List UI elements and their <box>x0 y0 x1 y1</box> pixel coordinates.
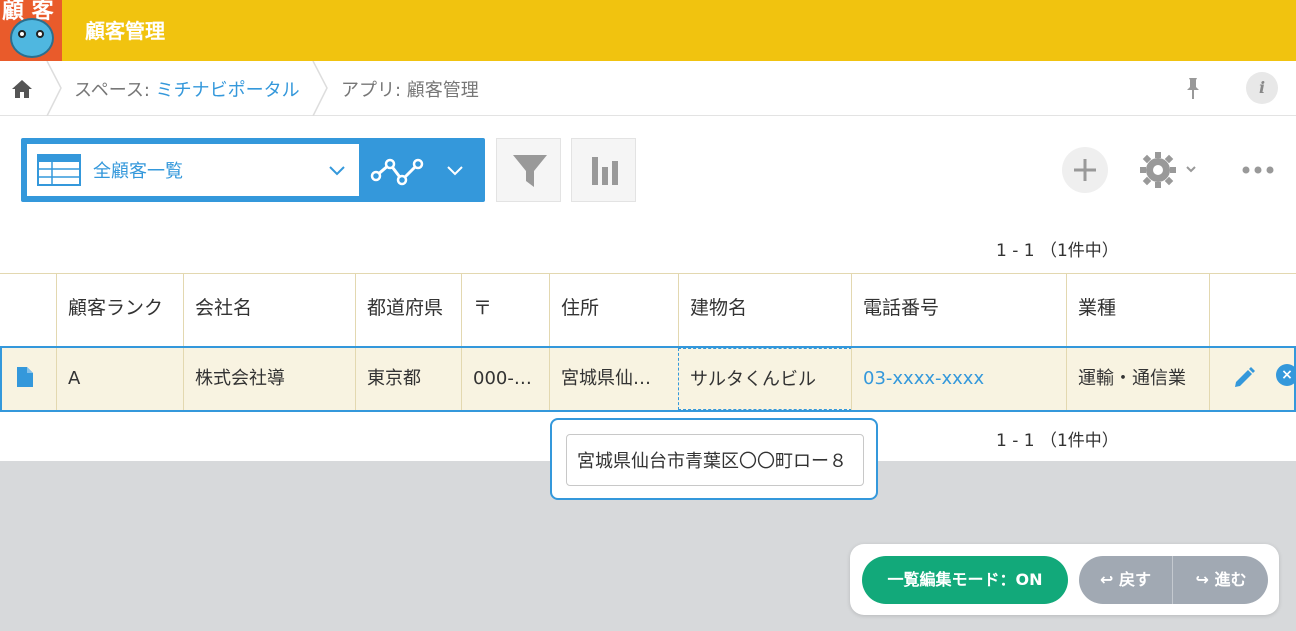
view-select[interactable]: 全顧客一覧 <box>27 144 359 196</box>
gear-icon[interactable] <box>1140 150 1202 190</box>
column-header[interactable]: 顧客ランク <box>56 274 184 346</box>
table-view-icon <box>37 154 81 186</box>
plus-icon <box>1074 159 1096 181</box>
view-selector-group: 全顧客一覧 <box>21 138 485 202</box>
table-row[interactable]: A 株式会社導 東京都 000-… 宮城県仙… サルタくんビル 03-xxxx-… <box>0 346 1296 412</box>
redo-button[interactable]: ↪ 進む <box>1174 556 1268 604</box>
cell-company[interactable]: 株式会社導 <box>183 348 356 410</box>
edit-mode-bar: 一覧編集モード：ON ↩ 戻す ↪ 進む <box>850 544 1279 615</box>
cell-address[interactable]: 宮城県仙… <box>549 348 679 410</box>
pencil-icon[interactable] <box>1232 366 1256 390</box>
breadcrumb-space[interactable]: スペース: ミチナビポータル <box>74 76 300 102</box>
app-icon[interactable]: 顧 客 <box>0 0 62 61</box>
breadcrumb: スペース: ミチナビポータル アプリ: 顧客管理 i <box>0 61 1296 116</box>
breadcrumb-space-link[interactable]: ミチナビポータル <box>156 80 300 101</box>
home-icon[interactable] <box>10 77 34 101</box>
cell-phone[interactable]: 03-xxxx-xxxx <box>851 348 1067 410</box>
chevron-down-icon <box>329 166 345 176</box>
delete-icon[interactable]: × <box>1276 364 1296 386</box>
address-editor-popup <box>550 418 878 500</box>
undo-button[interactable]: ↩ 戻す <box>1079 556 1173 604</box>
breadcrumb-app: アプリ: 顧客管理 <box>341 80 479 101</box>
info-icon[interactable]: i <box>1246 72 1278 104</box>
cell-prefecture[interactable]: 東京都 <box>355 348 462 410</box>
main-content: 全顧客一覧 1 - 1 （1件中） 顧客ランク 会社名 都道府県 〒 住所 建物… <box>0 116 1296 461</box>
column-header[interactable]: 〒 <box>461 274 550 346</box>
undo-redo-group: ↩ 戻す ↪ 進む <box>1079 556 1268 604</box>
pager-top: 1 - 1 （1件中） <box>996 241 1119 261</box>
column-header[interactable]: 電話番号 <box>851 274 1067 346</box>
column-header-actions <box>1209 274 1296 346</box>
column-header[interactable]: 会社名 <box>183 274 356 346</box>
column-header[interactable]: 業種 <box>1066 274 1210 346</box>
view-name: 全顧客一覧 <box>93 161 183 182</box>
phone-link[interactable]: 03-xxxx-xxxx <box>863 368 984 389</box>
table-header: 顧客ランク 会社名 都道府県 〒 住所 建物名 電話番号 業種 <box>0 273 1296 347</box>
cell-rank[interactable]: A <box>56 348 184 410</box>
cell-industry[interactable]: 運輸・通信業 <box>1066 348 1210 410</box>
column-header[interactable]: 都道府県 <box>355 274 462 346</box>
cell-building[interactable]: サルタくんビル <box>678 348 852 410</box>
pager-bottom: 1 - 1 （1件中） <box>996 431 1119 451</box>
app-title: 顧客管理 <box>85 19 165 43</box>
mascot-face <box>10 18 54 58</box>
breadcrumb-separator-icon <box>312 61 328 116</box>
chevron-down-icon[interactable] <box>445 160 465 180</box>
graph-icon[interactable] <box>370 154 426 186</box>
column-header[interactable]: 建物名 <box>678 274 852 346</box>
breadcrumb-space-prefix: スペース: <box>74 80 156 101</box>
pin-icon[interactable] <box>1182 76 1204 100</box>
more-options-icon[interactable] <box>1240 160 1276 180</box>
bar-chart-icon <box>592 157 618 185</box>
record-detail-icon[interactable] <box>16 366 34 388</box>
filter-button[interactable] <box>496 138 561 202</box>
graph-button[interactable] <box>571 138 636 202</box>
app-header: 顧 客 顧客管理 <box>0 0 1296 61</box>
breadcrumb-separator-icon <box>46 61 62 116</box>
cell-postal[interactable]: 000-… <box>461 348 550 410</box>
address-input[interactable] <box>566 434 864 486</box>
edit-mode-toggle-button[interactable]: 一覧編集モード：ON <box>862 556 1068 604</box>
column-header[interactable]: 住所 <box>549 274 679 346</box>
filter-icon <box>513 155 547 187</box>
add-record-button[interactable] <box>1062 147 1108 193</box>
